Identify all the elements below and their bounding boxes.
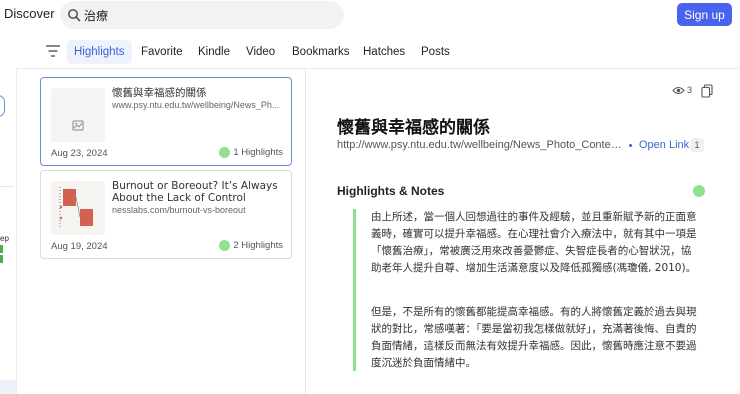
open-link-count: 1 [690, 138, 704, 152]
highlight-text: 由上所述，當一個人回想過往的事件及經驗，並且重新賦予新的正面意義時，確實可以提升… [371, 211, 697, 274]
card-url: www.psy.ntu.edu.tw/wellbeing/News_Ph... [112, 100, 280, 110]
search-box[interactable] [60, 1, 344, 29]
divider [16, 68, 17, 394]
tab-posts[interactable]: Posts [421, 40, 450, 64]
article-card[interactable]: 懷舊與幸福感的關係 www.psy.ntu.edu.tw/wellbeing/N… [40, 77, 292, 166]
highlight-color-dot [219, 240, 231, 251]
rail-marker [0, 255, 3, 263]
article-url: http://www.psy.ntu.edu.tw/wellbeing/News… [337, 139, 622, 151]
card-title: 懷舊與幸福感的關係 [112, 87, 207, 99]
article-card[interactable]: Burnout or Boreout? It’s Always About th… [40, 170, 292, 259]
left-rail: ep [0, 68, 16, 394]
image-placeholder-icon [72, 120, 84, 131]
divider [305, 68, 306, 394]
card-url: nesslabs.com/burnout-vs-boreout [112, 205, 246, 215]
highlight-count: 1 Highlights [219, 147, 283, 158]
view-count: 3 [672, 85, 692, 95]
tab-video[interactable]: Video [246, 40, 275, 64]
eye-icon [672, 86, 685, 94]
article-thumbnail [51, 181, 105, 235]
highlight-color-dot [219, 147, 231, 158]
card-date: Aug 23, 2024 [51, 148, 108, 159]
card-title: Burnout or Boreout? It’s Always About th… [112, 180, 278, 204]
sign-up-button[interactable]: Sign up [677, 3, 732, 26]
tab-bar: Highlights Favorite Kindle Video Bookmar… [0, 37, 740, 67]
open-link-label[interactable]: Open Link [639, 139, 689, 151]
view-count-value: 3 [687, 85, 693, 95]
highlight-text: 但是，不是所有的懷舊都能提高幸福感。有的人將懷舊定義於過去與現狀的對比，常感嘆著… [371, 306, 697, 369]
tab-favorite[interactable]: Favorite [141, 40, 183, 64]
article-thumbnail [51, 88, 105, 142]
open-link-button[interactable]: Open Link [629, 139, 689, 151]
rail-marker [0, 245, 3, 253]
tab-highlights[interactable]: Highlights [67, 40, 132, 64]
search-icon [68, 9, 81, 22]
highlight-color-dot [693, 185, 705, 197]
highlight-block: 由上所述，當一個人回想過往的事件及經驗，並且重新賦予新的正面意義時，確實可以提升… [353, 209, 701, 371]
highlight-count: 2 Highlights [219, 240, 283, 251]
top-bar: Discover Sign up [0, 0, 740, 30]
tab-kindle[interactable]: Kindle [198, 40, 230, 64]
section-title: Highlights & Notes [337, 184, 445, 198]
card-date: Aug 19, 2024 [51, 241, 108, 252]
filter-icon[interactable] [45, 44, 61, 58]
tab-bookmarks[interactable]: Bookmarks [292, 40, 350, 64]
article-title: 懷舊與幸福感的關係 [337, 118, 490, 138]
tab-hatches[interactable]: Hatches [363, 40, 405, 64]
article-thumbnail-graphic [59, 187, 93, 229]
copy-icon[interactable] [701, 84, 713, 98]
divider [17, 68, 740, 69]
rail-selected-item[interactable] [0, 380, 16, 394]
search-input[interactable] [84, 5, 334, 25]
highlight-count-label: 2 Highlights [233, 240, 283, 251]
rail-toggle[interactable] [0, 95, 5, 117]
rail-fragment-text: ep [0, 234, 9, 243]
rail-divider [0, 186, 14, 187]
highlight-count-label: 1 Highlights [233, 147, 283, 158]
bullet-icon [629, 143, 632, 147]
brand-title[interactable]: Discover [4, 6, 55, 21]
